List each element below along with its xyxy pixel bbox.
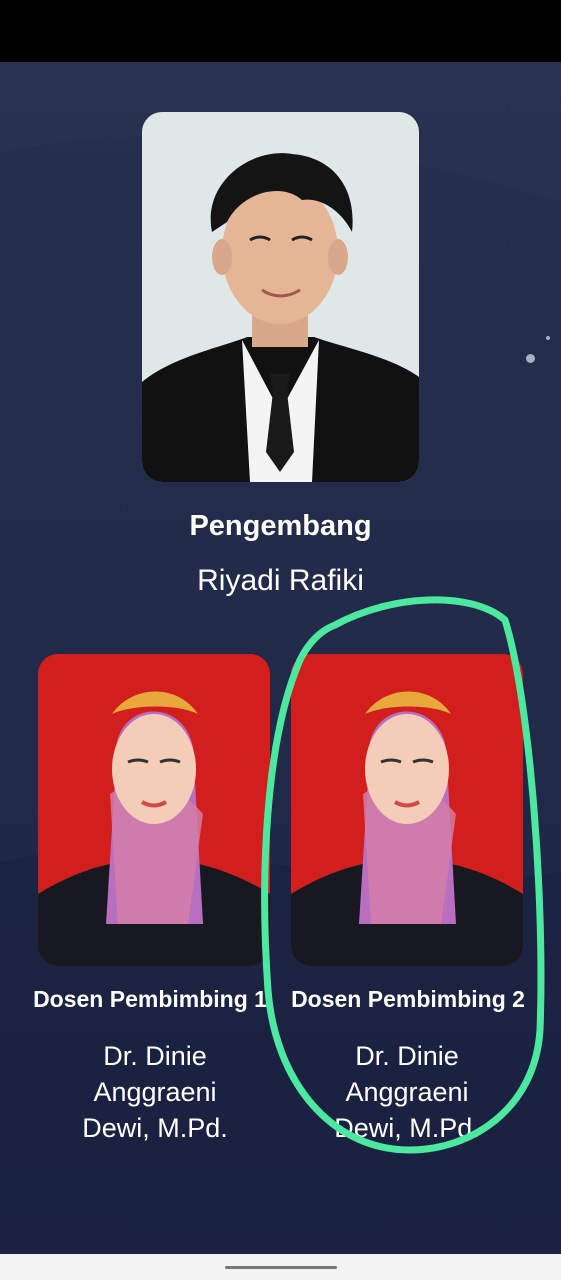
developer-name: Riyadi Rafiki [197,564,364,597]
decor-dot-small [546,336,550,340]
advisor-1-name: Dr. Dinie Anggraeni Dewi, M.Pd. [82,1041,228,1143]
decor-dot [526,354,535,363]
advisor-2-role: Dosen Pembimbing 2 [291,986,525,1012]
advisor-2-name: Dr. Dinie Anggraeni Dewi, M.Pd. [334,1041,480,1143]
about-screen: Pengembang Riyadi Rafiki Dosen Pembimbin… [0,62,561,1254]
status-bar [0,0,561,62]
advisor-1-role: Dosen Pembimbing 1 [33,986,267,1012]
developer-photo [142,112,419,482]
developer-role: Pengembang [189,510,372,542]
navigation-bar [0,1254,561,1280]
advisor-2-photo [291,654,523,966]
home-indicator[interactable] [225,1266,337,1269]
advisor-1-photo [38,654,270,966]
